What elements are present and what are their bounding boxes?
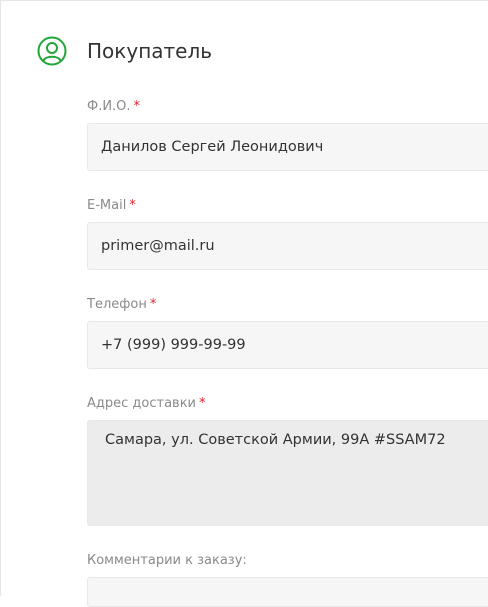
comment-label: Комментарии к заказу: (87, 553, 247, 569)
section-header (37, 35, 67, 67)
email-label: E-Mail * (87, 198, 136, 214)
address-label: Адрес доставки * (87, 396, 206, 412)
fio-label: Ф.И.О. * (87, 99, 140, 115)
fio-label-text: Ф.И.О. (87, 99, 131, 114)
section-title: Покупатель (87, 39, 213, 63)
required-mark: * (133, 99, 141, 114)
comment-textarea[interactable] (87, 577, 488, 607)
phone-label: Телефон * (87, 297, 156, 313)
user-circle-icon (37, 36, 67, 66)
phone-label-text: Телефон (87, 297, 147, 312)
phone-field[interactable]: +7 (999) 999-99-99 (87, 321, 488, 369)
required-mark: * (149, 297, 157, 312)
required-mark: * (199, 396, 206, 411)
email-label-text: E-Mail (87, 198, 127, 213)
address-textarea[interactable]: Самара, ул. Советской Армии, 99А #SSAM72 (87, 420, 488, 526)
fio-field[interactable]: Данилов Сергей Леонидович (87, 123, 488, 171)
email-field[interactable]: primer@mail.ru (87, 222, 488, 270)
required-mark: * (129, 198, 136, 213)
buyer-form-card: Покупатель Ф.И.О. * Данилов Сергей Леонид… (0, 0, 488, 607)
address-label-text: Адрес доставки (87, 396, 197, 411)
comment-label-text: Комментарии к заказу: (87, 553, 247, 568)
